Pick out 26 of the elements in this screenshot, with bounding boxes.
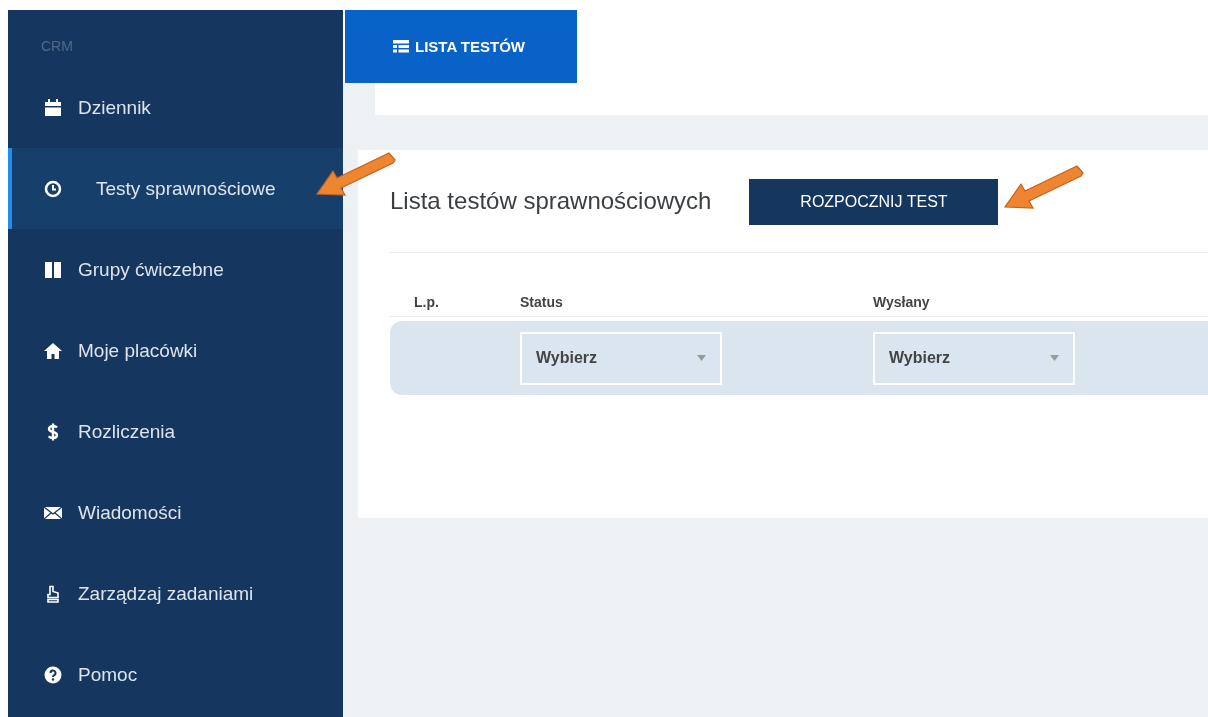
sidebar-item[interactable]: Dziennik [8, 67, 343, 148]
sidebar-item[interactable]: Testy sprawnościowe [8, 148, 343, 229]
column-header: Status [520, 294, 563, 310]
column-header: L.p. [414, 294, 439, 310]
clock-icon [44, 179, 62, 198]
sidebar-item[interactable]: Pomoc [8, 634, 343, 715]
sidebar-item[interactable]: Moje placówki [8, 310, 343, 391]
column-header: Wysłany [873, 294, 930, 310]
help-icon [44, 665, 62, 684]
sidebar-item[interactable]: Rozliczenia [8, 391, 343, 472]
sidebar-item[interactable]: Grupy ćwiczebne [8, 229, 343, 310]
columns-icon [44, 260, 62, 279]
card-title: Lista testów sprawnościowych [390, 187, 712, 215]
caret-icon [1050, 355, 1059, 361]
filter-dropdown[interactable]: Wybierz [873, 331, 1075, 385]
filter-dropdown[interactable]: Wybierz [520, 331, 722, 385]
sidebar-item[interactable]: Zarządzaj zadaniami [8, 553, 343, 634]
section-label: CRM [41, 38, 74, 56]
start-test-button[interactable]: ROZPOCZNIJ TEST [749, 179, 999, 225]
calendar-icon [44, 98, 62, 117]
table-icon [393, 40, 409, 53]
caret-icon [697, 355, 706, 361]
hand-icon [44, 584, 62, 603]
tab[interactable]: LISTA TESTÓW [345, 10, 577, 83]
home-icon [44, 341, 62, 360]
sidebar-item[interactable]: Wiadomości [8, 472, 343, 553]
